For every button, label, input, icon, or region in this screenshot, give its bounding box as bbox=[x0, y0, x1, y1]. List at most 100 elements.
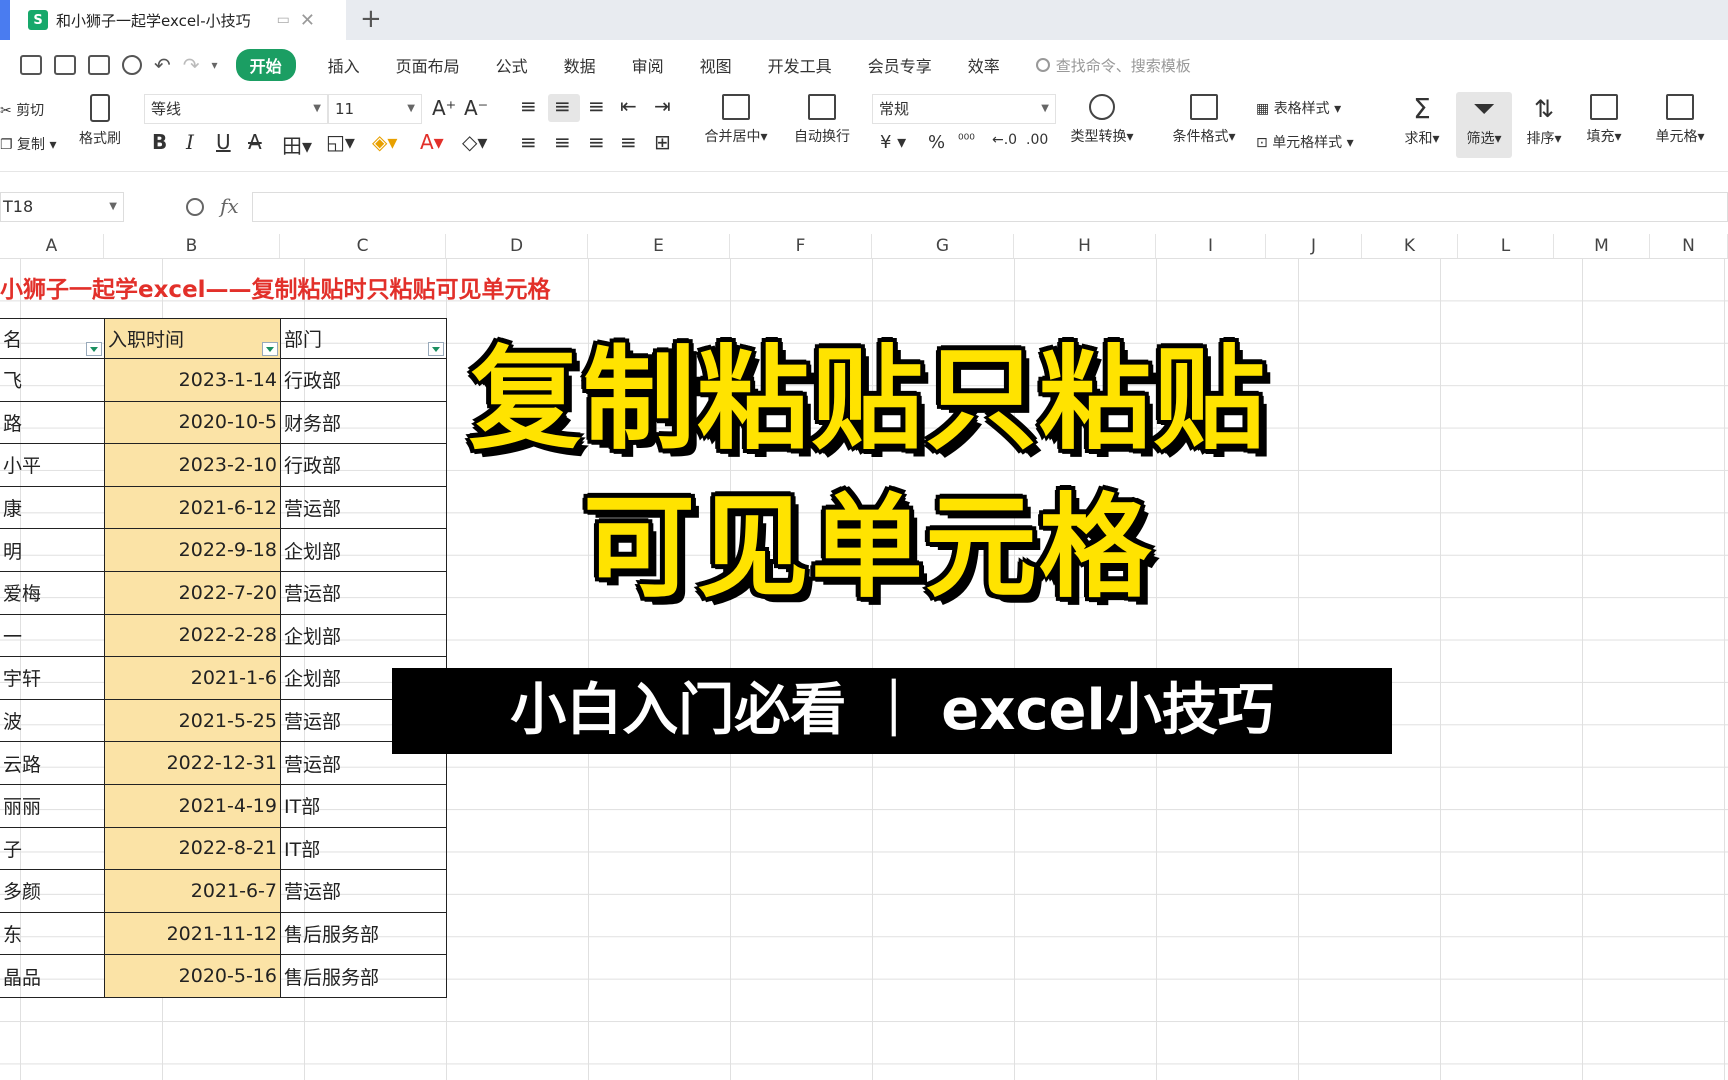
zoom-lookup-icon[interactable] bbox=[186, 198, 204, 216]
justify-icon[interactable]: ≡ bbox=[620, 130, 637, 154]
distributed-icon[interactable]: ⊞ bbox=[654, 130, 671, 154]
tab-insert[interactable]: 插入 bbox=[328, 53, 360, 77]
name-cell[interactable]: 子 bbox=[0, 826, 105, 871]
increase-font-icon[interactable]: A⁺ bbox=[432, 96, 456, 120]
name-box[interactable]: T18 ▼ bbox=[0, 192, 124, 222]
fill-button[interactable]: 填充▾ bbox=[1576, 94, 1632, 146]
column-header[interactable]: H bbox=[1014, 234, 1156, 258]
clear-format-icon[interactable]: ◇▾ bbox=[462, 130, 487, 154]
formula-input[interactable] bbox=[252, 192, 1728, 222]
filter-dropdown-icon[interactable] bbox=[86, 342, 102, 356]
name-cell[interactable]: 爱梅 bbox=[0, 570, 105, 615]
fill-shape-icon[interactable]: ◱▾ bbox=[326, 130, 355, 154]
tab-restore-icon[interactable]: ▭ bbox=[277, 12, 290, 28]
table-style-button[interactable]: ▦ 表格样式 ▾ bbox=[1256, 98, 1341, 118]
thousands-separator-icon[interactable]: ⁰⁰⁰ bbox=[958, 132, 975, 148]
header-cell-date[interactable]: 入职时间 bbox=[104, 318, 281, 359]
dept-cell[interactable]: 行政部 bbox=[280, 443, 447, 487]
conditional-format-button[interactable]: 条件格式▾ bbox=[1164, 94, 1244, 146]
number-format-select[interactable]: 常规 ▼ bbox=[872, 94, 1056, 124]
date-cell[interactable]: 2021-6-12 bbox=[104, 485, 281, 530]
filter-dropdown-icon[interactable] bbox=[428, 342, 444, 356]
bold-icon[interactable]: B bbox=[152, 130, 167, 154]
name-cell[interactable]: 云路 bbox=[0, 741, 105, 785]
date-cell[interactable]: 2021-5-25 bbox=[104, 698, 281, 743]
format-painter-button[interactable]: 格式刷 bbox=[74, 94, 126, 148]
align-right-icon[interactable]: ≡ bbox=[588, 130, 605, 154]
column-header[interactable]: E bbox=[588, 234, 730, 258]
indent-icon[interactable]: ⇥ bbox=[654, 94, 671, 118]
cut-button[interactable]: ✂ 剪切 bbox=[0, 100, 44, 120]
dept-cell[interactable]: 企划部 bbox=[280, 613, 447, 658]
border-icon[interactable]: 田▾ bbox=[282, 130, 312, 159]
increase-decimal-icon[interactable]: ←.0 bbox=[992, 132, 1017, 148]
dept-cell[interactable]: IT部 bbox=[280, 783, 447, 828]
strikethrough-icon[interactable]: A bbox=[248, 130, 262, 154]
column-header[interactable]: A bbox=[0, 234, 104, 258]
currency-button[interactable]: ¥ ▾ bbox=[880, 132, 906, 153]
dept-cell[interactable]: 售后服务部 bbox=[280, 911, 447, 956]
name-cell[interactable]: 丽丽 bbox=[0, 783, 105, 828]
command-search[interactable]: 查找命令、搜索模板 bbox=[1035, 55, 1191, 76]
dept-cell[interactable]: IT部 bbox=[280, 826, 447, 871]
name-cell[interactable]: 飞 bbox=[0, 358, 105, 402]
align-bottom-icon[interactable]: ≡ bbox=[588, 94, 605, 118]
underline-icon[interactable]: U bbox=[216, 130, 231, 154]
dept-cell[interactable]: 营运部 bbox=[280, 485, 447, 530]
percent-button[interactable]: % bbox=[928, 132, 945, 153]
font-size-select[interactable]: 11 ▼ bbox=[328, 94, 422, 124]
cell-style-button[interactable]: ⊡ 单元格样式 ▾ bbox=[1256, 132, 1354, 152]
dept-cell[interactable]: 企划部 bbox=[280, 528, 447, 572]
redo-icon[interactable]: ↷ bbox=[183, 55, 200, 75]
filter-button[interactable]: ⏷ 筛选▾ bbox=[1456, 94, 1512, 148]
filter-dropdown-icon[interactable] bbox=[262, 342, 278, 356]
type-convert-button[interactable]: 类型转换▾ bbox=[1060, 94, 1144, 146]
dept-cell[interactable]: 售后服务部 bbox=[280, 954, 447, 998]
date-cell[interactable]: 2022-7-20 bbox=[104, 570, 281, 615]
print-icon[interactable] bbox=[88, 55, 110, 75]
print-preview-icon[interactable] bbox=[122, 55, 142, 75]
date-cell[interactable]: 2022-8-21 bbox=[104, 826, 281, 871]
italic-icon[interactable]: I bbox=[186, 130, 194, 154]
tab-view[interactable]: 视图 bbox=[700, 53, 732, 77]
align-left-icon[interactable]: ≡ bbox=[520, 130, 537, 154]
document-tab[interactable]: S 和小狮子一起学excel-小技巧 ▭ ✕ bbox=[10, 0, 346, 40]
column-header[interactable]: D bbox=[446, 234, 588, 258]
date-cell[interactable]: 2020-10-5 bbox=[104, 400, 281, 445]
column-header[interactable]: N bbox=[1650, 234, 1728, 258]
cell-button[interactable]: 单元格▾ bbox=[1644, 94, 1716, 146]
quick-access-dropdown-icon[interactable]: ▾ bbox=[212, 58, 218, 72]
header-cell-dept[interactable]: 部门 bbox=[280, 318, 447, 359]
tab-data[interactable]: 数据 bbox=[564, 53, 596, 77]
tab-developer[interactable]: 开发工具 bbox=[768, 53, 832, 77]
sum-button[interactable]: Σ 求和▾ bbox=[1394, 94, 1450, 148]
font-name-select[interactable]: 等线 ▼ bbox=[144, 94, 328, 124]
header-cell-name[interactable]: 名 bbox=[0, 318, 105, 359]
name-cell[interactable]: 晶品 bbox=[0, 954, 105, 998]
dept-cell[interactable]: 营运部 bbox=[280, 869, 447, 913]
dept-cell[interactable]: 营运部 bbox=[280, 570, 447, 615]
date-cell[interactable]: 2021-1-6 bbox=[104, 656, 281, 700]
merge-center-button[interactable]: 合并居中▾ bbox=[696, 94, 776, 146]
name-cell[interactable]: 东 bbox=[0, 911, 105, 956]
column-header[interactable]: F bbox=[730, 234, 872, 258]
tab-review[interactable]: 审阅 bbox=[632, 53, 664, 77]
date-cell[interactable]: 2023-2-10 bbox=[104, 443, 281, 487]
tab-close-icon[interactable]: ✕ bbox=[300, 10, 315, 31]
date-cell[interactable]: 2023-1-14 bbox=[104, 358, 281, 402]
name-cell[interactable]: 康 bbox=[0, 485, 105, 530]
new-tab-plus-icon[interactable]: + bbox=[360, 4, 382, 34]
column-header[interactable]: L bbox=[1458, 234, 1554, 258]
name-cell[interactable]: 小平 bbox=[0, 443, 105, 487]
sheet-title-cell[interactable]: 小狮子一起学excel——复制粘贴时只粘贴可见单元格 bbox=[0, 270, 551, 304]
align-top-icon[interactable]: ≡ bbox=[520, 94, 537, 118]
date-cell[interactable]: 2022-9-18 bbox=[104, 528, 281, 572]
column-header[interactable]: G bbox=[872, 234, 1014, 258]
copy-button[interactable]: ❐ 复制 ▾ bbox=[0, 134, 57, 154]
save-icon[interactable] bbox=[20, 55, 42, 75]
font-color-icon[interactable]: A▾ bbox=[420, 130, 444, 154]
name-cell[interactable]: 宇轩 bbox=[0, 656, 105, 700]
decrease-decimal-icon[interactable]: .00 bbox=[1026, 132, 1048, 148]
date-cell[interactable]: 2021-6-7 bbox=[104, 869, 281, 913]
column-header[interactable]: C bbox=[280, 234, 446, 258]
